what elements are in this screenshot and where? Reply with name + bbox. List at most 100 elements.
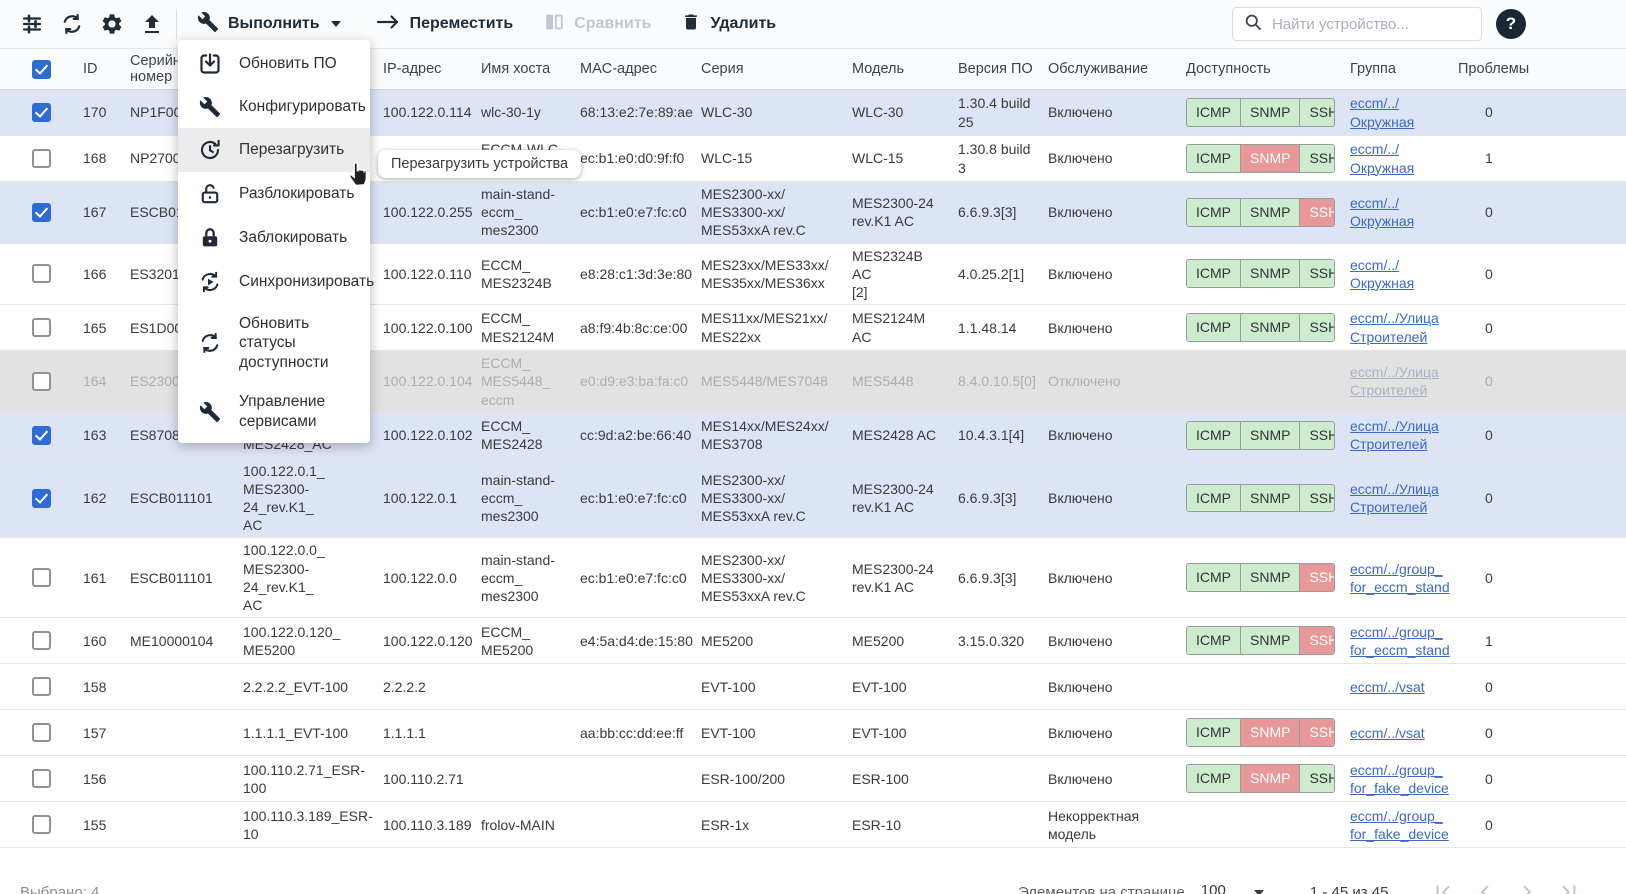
group-link[interactable]: eccm/../vsat bbox=[1350, 724, 1425, 742]
availability-cell: ICMPSNMPSSH bbox=[1179, 182, 1343, 243]
filter-icon[interactable] bbox=[12, 4, 52, 44]
per-page-label: Элементов на странице bbox=[1018, 884, 1185, 894]
snmp-status-badge: SNMP bbox=[1240, 627, 1299, 654]
menu-item[interactable]: Конфигурировать bbox=[178, 86, 370, 128]
firmware-version: 6.6.9.3[3] bbox=[951, 182, 1041, 243]
problems-count: 0 bbox=[1451, 710, 1626, 755]
hostname: main-stand- eccm_ mes2300 bbox=[474, 538, 573, 617]
group-link[interactable]: eccm/../group_ for_fake_device bbox=[1350, 761, 1449, 797]
row-checkbox[interactable] bbox=[32, 769, 51, 788]
menu-item[interactable]: Синхронизировать bbox=[178, 260, 370, 304]
help-button[interactable]: ? bbox=[1496, 9, 1526, 39]
group-link[interactable]: eccm/../Улица Строителей bbox=[1350, 309, 1439, 345]
menu-item[interactable]: Обновить ПО bbox=[178, 42, 370, 86]
model: EVT-100 bbox=[845, 710, 951, 755]
mouse-cursor-hand-icon bbox=[346, 158, 371, 192]
group-link[interactable]: eccm/../Улица Строителей bbox=[1350, 480, 1439, 516]
group-link[interactable]: eccm/../ Окружная bbox=[1350, 140, 1414, 176]
model: MES2324B AC [2] bbox=[845, 244, 951, 305]
row-checkbox[interactable] bbox=[32, 489, 51, 508]
row-checkbox[interactable] bbox=[32, 149, 51, 168]
column-header-mac[interactable]: MAC-адрес bbox=[573, 49, 694, 89]
menu-item[interactable]: Обновить статусы доступности bbox=[178, 304, 370, 382]
row-checkbox[interactable] bbox=[32, 677, 51, 696]
group-link[interactable]: eccm/../vsat bbox=[1350, 678, 1425, 696]
menu-item[interactable]: Заблокировать bbox=[178, 216, 370, 260]
row-checkbox[interactable] bbox=[32, 372, 51, 391]
prev-page-button[interactable] bbox=[1472, 879, 1498, 894]
next-page-button[interactable] bbox=[1514, 879, 1540, 894]
serial-number: ESCB011101 bbox=[123, 538, 236, 617]
hostname: main-stand- eccm_ mes2300 bbox=[474, 182, 573, 243]
menu-item[interactable]: Разблокировать bbox=[178, 172, 370, 216]
mac-address bbox=[573, 756, 694, 801]
refresh-icon[interactable] bbox=[52, 4, 92, 44]
last-page-button[interactable] bbox=[1556, 879, 1582, 894]
group-link[interactable]: eccm/../group_ for_eccm_stand bbox=[1350, 560, 1450, 596]
availability-cell: ICMPSNMPSSH bbox=[1179, 90, 1343, 135]
hostname: main-stand- eccm_ mes2300 bbox=[474, 459, 573, 538]
group-link[interactable]: eccm/../group_ for_fake_device bbox=[1350, 807, 1449, 843]
problems-count: 0 bbox=[1451, 538, 1626, 617]
hostname: frolov-MAIN bbox=[474, 802, 573, 847]
group-link[interactable]: eccm/../Улица Строителей bbox=[1350, 417, 1439, 453]
menu-item-label: Управление сервисами bbox=[239, 392, 360, 431]
column-header-model[interactable]: Модель bbox=[845, 49, 951, 89]
column-header-group[interactable]: Группа bbox=[1343, 49, 1451, 89]
group-link[interactable]: eccm/../Улица Строителей bbox=[1350, 363, 1439, 399]
group-link[interactable]: eccm/../ Окружная bbox=[1350, 256, 1414, 292]
model: MES2300-24 rev.K1 AC bbox=[845, 459, 951, 538]
column-header-ip[interactable]: IP-адрес bbox=[376, 49, 474, 89]
group-link[interactable]: eccm/../group_ for_eccm_stand bbox=[1350, 623, 1450, 659]
row-checkbox[interactable] bbox=[32, 723, 51, 742]
compare-button[interactable]: Сравнить bbox=[529, 4, 665, 44]
row-checkbox[interactable] bbox=[32, 631, 51, 650]
row-checkbox[interactable] bbox=[32, 264, 51, 283]
row-checkbox[interactable] bbox=[32, 568, 51, 587]
search-input[interactable] bbox=[1272, 16, 1471, 33]
select-all-checkbox[interactable] bbox=[32, 60, 51, 79]
row-checkbox[interactable] bbox=[32, 426, 51, 445]
ip-address: 1.1.1.1 bbox=[376, 710, 474, 755]
column-header-maintenance[interactable]: Обслуживание bbox=[1041, 49, 1179, 89]
model: MES2300-24 rev.K1 AC bbox=[845, 538, 951, 617]
availability-badges: ICMPSNMPSSH bbox=[1186, 421, 1335, 450]
row-checkbox[interactable] bbox=[32, 203, 51, 222]
menu-item[interactable]: Управление сервисами bbox=[178, 382, 370, 441]
upload-icon[interactable] bbox=[132, 4, 172, 44]
availability-cell: ICMPSNMPSSH bbox=[1179, 413, 1343, 458]
refresh-icon bbox=[198, 331, 222, 355]
model: WLC-15 bbox=[845, 136, 951, 181]
column-header-version[interactable]: Версия ПО bbox=[951, 49, 1041, 89]
column-header-id[interactable]: ID bbox=[76, 49, 123, 89]
row-checkbox[interactable] bbox=[32, 815, 51, 834]
first-page-button[interactable] bbox=[1430, 879, 1456, 894]
series: ESR-100/200 bbox=[694, 756, 845, 801]
execute-button[interactable]: Выполнить bbox=[183, 4, 355, 44]
column-header-hostname[interactable]: Имя хоста bbox=[474, 49, 573, 89]
ip-address: 100.122.0.1 bbox=[376, 459, 474, 538]
column-header-availability[interactable]: Доступность bbox=[1179, 49, 1343, 89]
settings-gear-icon[interactable] bbox=[92, 4, 132, 44]
group-link[interactable]: eccm/../ Окружная bbox=[1350, 194, 1414, 230]
model: MES5448 bbox=[845, 351, 951, 412]
row-checkbox[interactable] bbox=[32, 103, 51, 122]
menu-item[interactable]: Перезагрузить bbox=[178, 128, 370, 172]
delete-button[interactable]: Удалить bbox=[667, 4, 790, 44]
group-link[interactable]: eccm/../ Окружная bbox=[1350, 94, 1414, 130]
mac-address bbox=[573, 664, 694, 709]
firmware-version: 1.30.8 build 3 bbox=[951, 136, 1041, 181]
device-name: 100.122.0.1_ MES2300-24_rev.K1_ AC bbox=[236, 459, 376, 538]
row-checkbox[interactable] bbox=[32, 318, 51, 337]
move-button[interactable]: Переместить bbox=[361, 4, 528, 44]
per-page-select[interactable]: 100 bbox=[1195, 880, 1266, 894]
availability-cell: ICMPSNMPSSH bbox=[1179, 756, 1343, 801]
model: ESR-10 bbox=[845, 802, 951, 847]
ssh-status-badge: SSH bbox=[1299, 260, 1335, 287]
column-header-problems[interactable]: Проблемы bbox=[1451, 49, 1626, 89]
model: ME5200 bbox=[845, 618, 951, 663]
column-header-series[interactable]: Серия bbox=[694, 49, 845, 89]
ip-address: 100.122.0.0 bbox=[376, 538, 474, 617]
maintenance-status: Включено bbox=[1041, 305, 1179, 350]
device-id: 156 bbox=[76, 756, 123, 801]
